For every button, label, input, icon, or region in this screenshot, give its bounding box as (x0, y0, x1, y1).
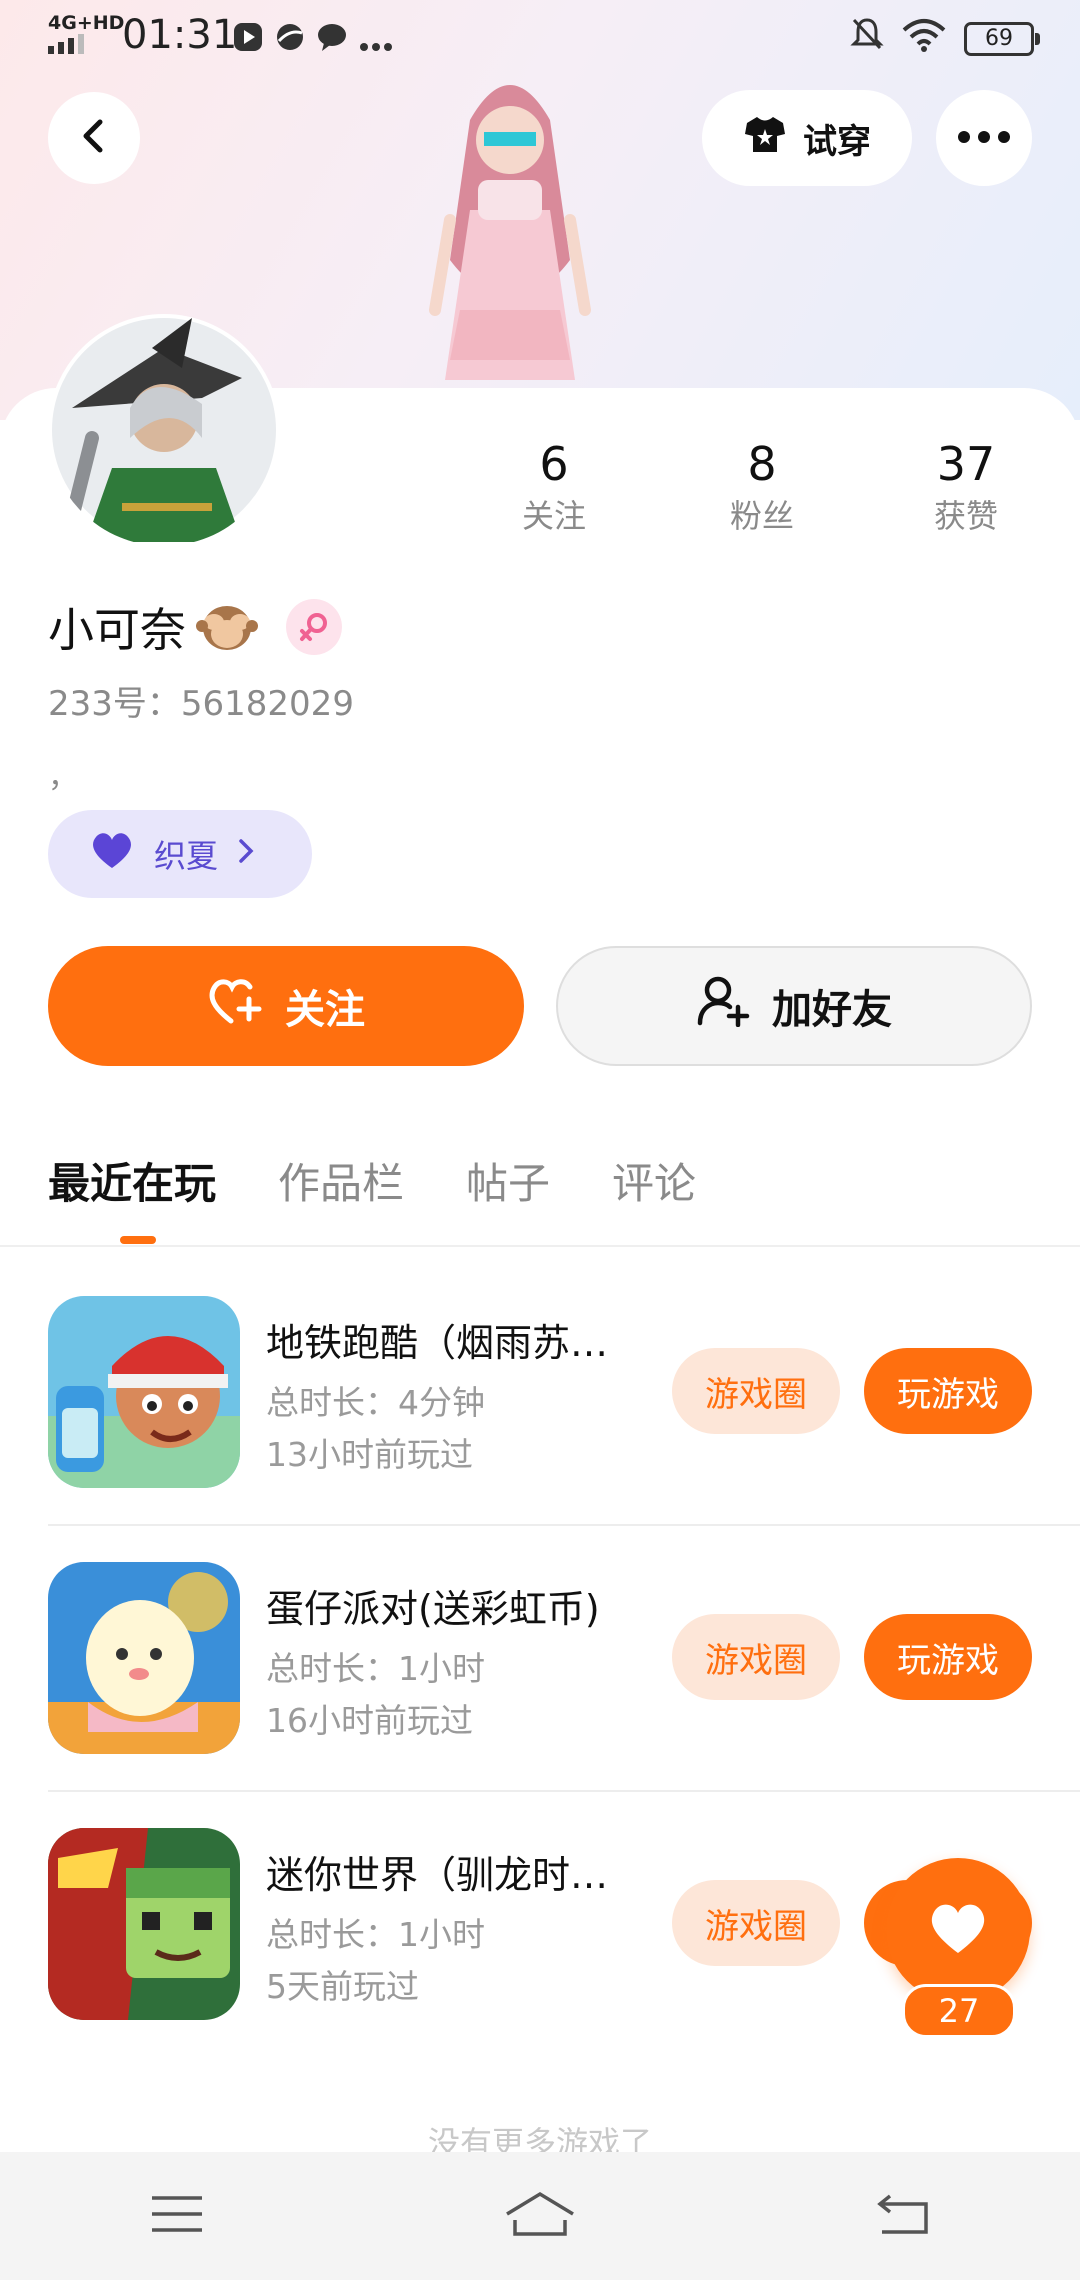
tab-posts[interactable]: 帖子 (466, 1150, 550, 1211)
back-nav-icon[interactable] (876, 2192, 930, 2240)
heart-plus-icon (207, 975, 263, 1037)
avatar-3d-figure (400, 60, 620, 390)
game-duration: 总时长：1小时 (266, 1915, 485, 1954)
add-friend-label: 加好友 (772, 987, 892, 1033)
video-app-icon (232, 17, 264, 63)
tab-comments[interactable]: 评论 (612, 1150, 696, 1211)
heart-icon (926, 1899, 990, 1961)
notification-icons (232, 17, 394, 63)
stat-likes-label: 获赞 (933, 497, 998, 535)
back-button[interactable] (48, 92, 140, 184)
try-on-button[interactable]: 试穿 (702, 90, 912, 186)
network-indicator: 4G+HD (48, 12, 125, 34)
like-count-badge: 27 (902, 1984, 1016, 2038)
more-options-button[interactable] (936, 90, 1032, 186)
friend-tag-chip[interactable]: 织夏 (48, 810, 312, 898)
game-circle-button[interactable]: 游戏圈 (672, 1348, 840, 1434)
game-duration: 总时长：1小时 (266, 1649, 485, 1688)
game-last-played: 16小时前玩过 (266, 1701, 473, 1740)
add-friend-button[interactable]: 加好友 (556, 946, 1032, 1066)
game-title: 迷你世界（驯龙时… (266, 1853, 609, 1897)
more-icon (956, 129, 1012, 148)
eggy-party-game-icon (48, 1562, 240, 1754)
silent-bell-icon (850, 16, 884, 62)
list-divider (48, 1524, 1080, 1526)
follow-button[interactable]: 关注 (48, 946, 524, 1066)
game-title: 地铁跑酷（烟雨苏… (266, 1321, 609, 1365)
status-time: 01:31 (122, 12, 238, 58)
game-circle-button[interactable]: 游戏圈 (672, 1880, 840, 1966)
add-user-icon (696, 975, 750, 1037)
user-name: 小可奈 (48, 603, 186, 657)
stat-likes[interactable]: 37 获赞 (886, 434, 1046, 538)
game-item[interactable]: 蛋仔派对(送彩虹币) 总时长：1小时 16小时前玩过 游戏圈 玩游戏 (48, 1562, 1080, 1754)
avatar[interactable] (48, 314, 280, 546)
user-bio: ， (48, 760, 78, 795)
user-id: 233号：56182029 (48, 684, 354, 724)
stat-following[interactable]: 6 关注 (474, 434, 634, 538)
game-last-played: 13小时前玩过 (266, 1435, 473, 1474)
tab-works[interactable]: 作品栏 (278, 1150, 404, 1211)
tab-recently-played[interactable]: 最近在玩 (48, 1150, 216, 1211)
stat-fans-label: 粉丝 (729, 497, 794, 535)
game-last-played: 5天前玩过 (266, 1967, 419, 2006)
chevron-right-icon (236, 835, 256, 873)
stat-following-label: 关注 (521, 497, 586, 535)
female-gender-icon (286, 599, 342, 655)
purple-heart-icon (88, 830, 136, 878)
game-duration: 总时长：4分钟 (266, 1383, 485, 1422)
name-row: 小可奈 (48, 594, 342, 660)
stat-fans-value: 8 (747, 437, 777, 491)
active-tab-indicator (120, 1236, 156, 1244)
subway-surfers-game-icon (48, 1296, 240, 1488)
follow-label: 关注 (285, 987, 365, 1033)
chat-app-icon (316, 17, 348, 63)
wifi-icon (902, 16, 946, 62)
battery-indicator: 69 (964, 22, 1040, 56)
more-notifications-icon (358, 17, 394, 63)
stat-likes-value: 37 (936, 437, 996, 491)
back-icon (74, 116, 114, 160)
stat-following-value: 6 (539, 437, 569, 491)
try-on-label: 试穿 (803, 121, 871, 162)
see-no-evil-monkey-emoji-icon (196, 600, 258, 654)
menu-icon[interactable] (150, 2194, 204, 2238)
profile-tabs: 最近在玩 作品栏 帖子 评论 (48, 1150, 696, 1211)
play-game-button[interactable]: 玩游戏 (864, 1348, 1032, 1434)
stat-fans[interactable]: 8 粉丝 (682, 434, 842, 538)
system-navigation-bar (0, 2152, 1080, 2280)
friend-tag-label: 织夏 (154, 837, 219, 875)
planet-app-icon (274, 17, 306, 63)
game-title: 蛋仔派对(送彩虹币) (266, 1587, 600, 1631)
floating-like-button[interactable] (886, 1858, 1030, 2002)
mini-world-game-icon (48, 1828, 240, 2020)
shirt-icon (743, 114, 787, 163)
signal-icon (48, 34, 84, 54)
list-divider (48, 1790, 1080, 1792)
play-game-button[interactable]: 玩游戏 (864, 1614, 1032, 1700)
tabs-divider (0, 1245, 1080, 1247)
game-item[interactable]: 地铁跑酷（烟雨苏… 总时长：4分钟 13小时前玩过 游戏圈 玩游戏 (48, 1296, 1080, 1488)
game-circle-button[interactable]: 游戏圈 (672, 1614, 840, 1700)
home-icon[interactable] (503, 2190, 577, 2242)
